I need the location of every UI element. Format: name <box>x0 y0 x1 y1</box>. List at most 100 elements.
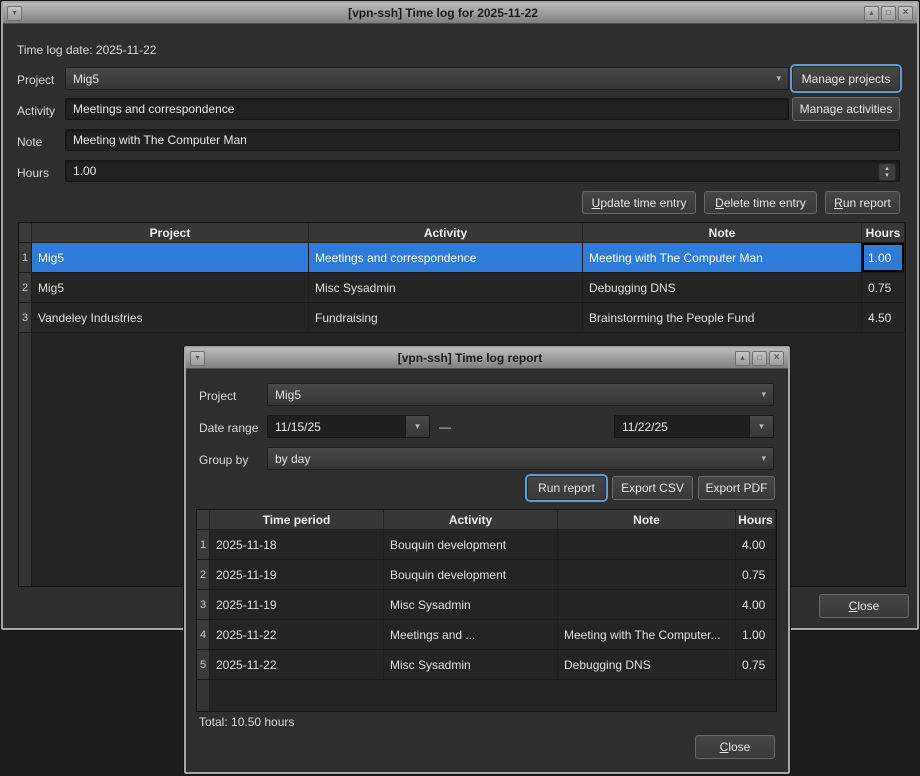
spinner-up-icon[interactable]: ▴ <box>885 165 889 172</box>
cell-note[interactable] <box>558 530 736 560</box>
export-csv-button[interactable]: Export CSV <box>612 476 693 500</box>
report-project-combobox[interactable]: Mig5 ▾ <box>267 383 774 406</box>
table-row[interactable]: 3 2025-11-19 Misc Sysadmin 4.00 <box>197 590 776 620</box>
row-number[interactable]: 5 <box>197 650 210 680</box>
maximize-icon: □ <box>757 354 762 362</box>
report-run-report-button[interactable]: Run report <box>527 476 606 500</box>
window-menu-button[interactable]: ▾ <box>190 351 205 366</box>
group-by-label: Group by <box>199 453 248 467</box>
dialog-close-label: Close <box>720 740 751 754</box>
cell-activity[interactable]: Misc Sysadmin <box>309 273 583 303</box>
column-header-note[interactable]: Note <box>583 223 862 242</box>
project-combobox[interactable]: Mig5 ▾ <box>65 67 789 90</box>
maximize-button[interactable]: □ <box>881 6 896 21</box>
export-pdf-button[interactable]: Export PDF <box>698 476 775 500</box>
table-row[interactable]: 3 Vandeley Industries Fundraising Brains… <box>19 303 905 333</box>
close-window-button[interactable]: × <box>769 351 784 366</box>
project-label: Project <box>17 73 54 87</box>
manage-projects-button[interactable]: Manage projects <box>792 66 900 91</box>
cell-note[interactable] <box>558 560 736 590</box>
cell-time-period[interactable]: 2025-11-22 <box>210 650 384 680</box>
shade-button[interactable]: ▴ <box>864 6 879 21</box>
cell-note[interactable]: Brainstorming the People Fund <box>583 303 862 333</box>
cell-project[interactable]: Mig5 <box>32 273 309 303</box>
note-input[interactable]: Meeting with The Computer Man <box>65 129 900 151</box>
column-header-activity[interactable]: Activity <box>309 223 583 242</box>
column-header-time-period[interactable]: Time period <box>210 510 384 529</box>
cell-hours[interactable]: 4.00 <box>736 530 776 560</box>
column-header-hours[interactable]: Hours <box>736 510 776 529</box>
total-hours-label: Total: 10.50 hours <box>199 715 294 729</box>
table-row-selected[interactable]: 1 Mig5 Meetings and correspondence Meeti… <box>19 243 905 273</box>
cell-activity[interactable]: Misc Sysadmin <box>384 650 558 680</box>
time-log-date-label: Time log date: 2025-11-22 <box>17 43 156 57</box>
activity-input[interactable]: Meetings and correspondence <box>65 98 789 120</box>
date-from-picker[interactable]: 11/15/25 ▾ <box>267 415 430 438</box>
row-number[interactable]: 2 <box>19 273 32 303</box>
cell-note[interactable]: Debugging DNS <box>583 273 862 303</box>
cell-activity[interactable]: Bouquin development <box>384 560 558 590</box>
date-to-dropdown-button[interactable]: ▾ <box>749 416 773 437</box>
hours-spinner-buttons[interactable]: ▴ ▾ <box>878 163 896 181</box>
table-row[interactable]: 1 2025-11-18 Bouquin development 4.00 <box>197 530 776 560</box>
cell-note[interactable]: Meeting with The Computer Man <box>583 243 862 273</box>
dialog-close-button[interactable]: Close <box>695 735 775 759</box>
hours-spinbox[interactable]: 1.00 ▴ ▾ <box>65 160 900 182</box>
date-to-picker[interactable]: 11/22/25 ▾ <box>614 415 774 438</box>
update-time-entry-button[interactable]: Update time entry <box>582 191 696 214</box>
table-row[interactable]: 2 2025-11-19 Bouquin development 0.75 <box>197 560 776 590</box>
manage-activities-button[interactable]: Manage activities <box>792 97 900 121</box>
row-number[interactable]: 1 <box>19 243 32 273</box>
main-titlebar[interactable]: ▾ [vpn-ssh] Time log for 2025-11-22 ▴ □ … <box>3 3 917 24</box>
close-window-button[interactable]: × <box>898 6 913 21</box>
spinner-down-icon[interactable]: ▾ <box>885 172 889 179</box>
delete-time-entry-label: Delete time entry <box>715 196 806 210</box>
table-row[interactable]: 4 2025-11-22 Meetings and ... Meeting wi… <box>197 620 776 650</box>
run-report-button[interactable]: Run report <box>825 191 900 214</box>
table-row[interactable]: 2 Mig5 Misc Sysadmin Debugging DNS 0.75 <box>19 273 905 303</box>
cell-hours[interactable]: 0.75 <box>862 273 905 303</box>
cell-note[interactable]: Meeting with The Computer... <box>558 620 736 650</box>
maximize-button[interactable]: □ <box>752 351 767 366</box>
cell-time-period[interactable]: 2025-11-19 <box>210 560 384 590</box>
row-number[interactable]: 3 <box>197 590 210 620</box>
column-header-project[interactable]: Project <box>32 223 309 242</box>
shade-button[interactable]: ▴ <box>735 351 750 366</box>
cell-time-period[interactable]: 2025-11-22 <box>210 620 384 650</box>
cell-activity[interactable]: Fundraising <box>309 303 583 333</box>
cell-project[interactable]: Vandeley Industries <box>32 303 309 333</box>
dialog-titlebar[interactable]: ▾ [vpn-ssh] Time log report ▴ □ × <box>186 348 788 369</box>
cell-time-period[interactable]: 2025-11-18 <box>210 530 384 560</box>
cell-activity[interactable]: Misc Sysadmin <box>384 590 558 620</box>
column-header-note[interactable]: Note <box>558 510 736 529</box>
cell-note[interactable]: Debugging DNS <box>558 650 736 680</box>
group-by-combobox[interactable]: by day ▾ <box>267 447 774 470</box>
row-number[interactable]: 3 <box>19 303 32 333</box>
row-number[interactable]: 2 <box>197 560 210 590</box>
cell-project[interactable]: Mig5 <box>32 243 309 273</box>
main-close-button[interactable]: Close <box>819 594 909 618</box>
cell-hours[interactable]: 0.75 <box>736 650 776 680</box>
cell-hours[interactable]: 4.50 <box>862 303 905 333</box>
delete-time-entry-button[interactable]: Delete time entry <box>704 191 817 214</box>
cell-activity[interactable]: Bouquin development <box>384 530 558 560</box>
cell-activity[interactable]: Meetings and ... <box>384 620 558 650</box>
column-header-activity[interactable]: Activity <box>384 510 558 529</box>
column-header-hours[interactable]: Hours <box>862 223 905 242</box>
window-menu-button[interactable]: ▾ <box>7 6 22 21</box>
maximize-icon: □ <box>886 9 891 17</box>
cell-hours[interactable]: 0.75 <box>736 560 776 590</box>
table-row[interactable]: 5 2025-11-22 Misc Sysadmin Debugging DNS… <box>197 650 776 680</box>
row-number[interactable]: 1 <box>197 530 210 560</box>
cell-note[interactable] <box>558 590 736 620</box>
cell-hours[interactable]: 1.00 <box>736 620 776 650</box>
date-range-label: Date range <box>199 421 258 435</box>
close-icon: × <box>774 353 780 363</box>
cell-time-period[interactable]: 2025-11-19 <box>210 590 384 620</box>
cell-hours[interactable]: 4.00 <box>736 590 776 620</box>
row-number[interactable]: 4 <box>197 620 210 650</box>
activity-label: Activity <box>17 104 55 118</box>
cell-hours-active[interactable]: 1.00 <box>862 243 905 273</box>
date-from-dropdown-button[interactable]: ▾ <box>405 416 429 437</box>
cell-activity[interactable]: Meetings and correspondence <box>309 243 583 273</box>
